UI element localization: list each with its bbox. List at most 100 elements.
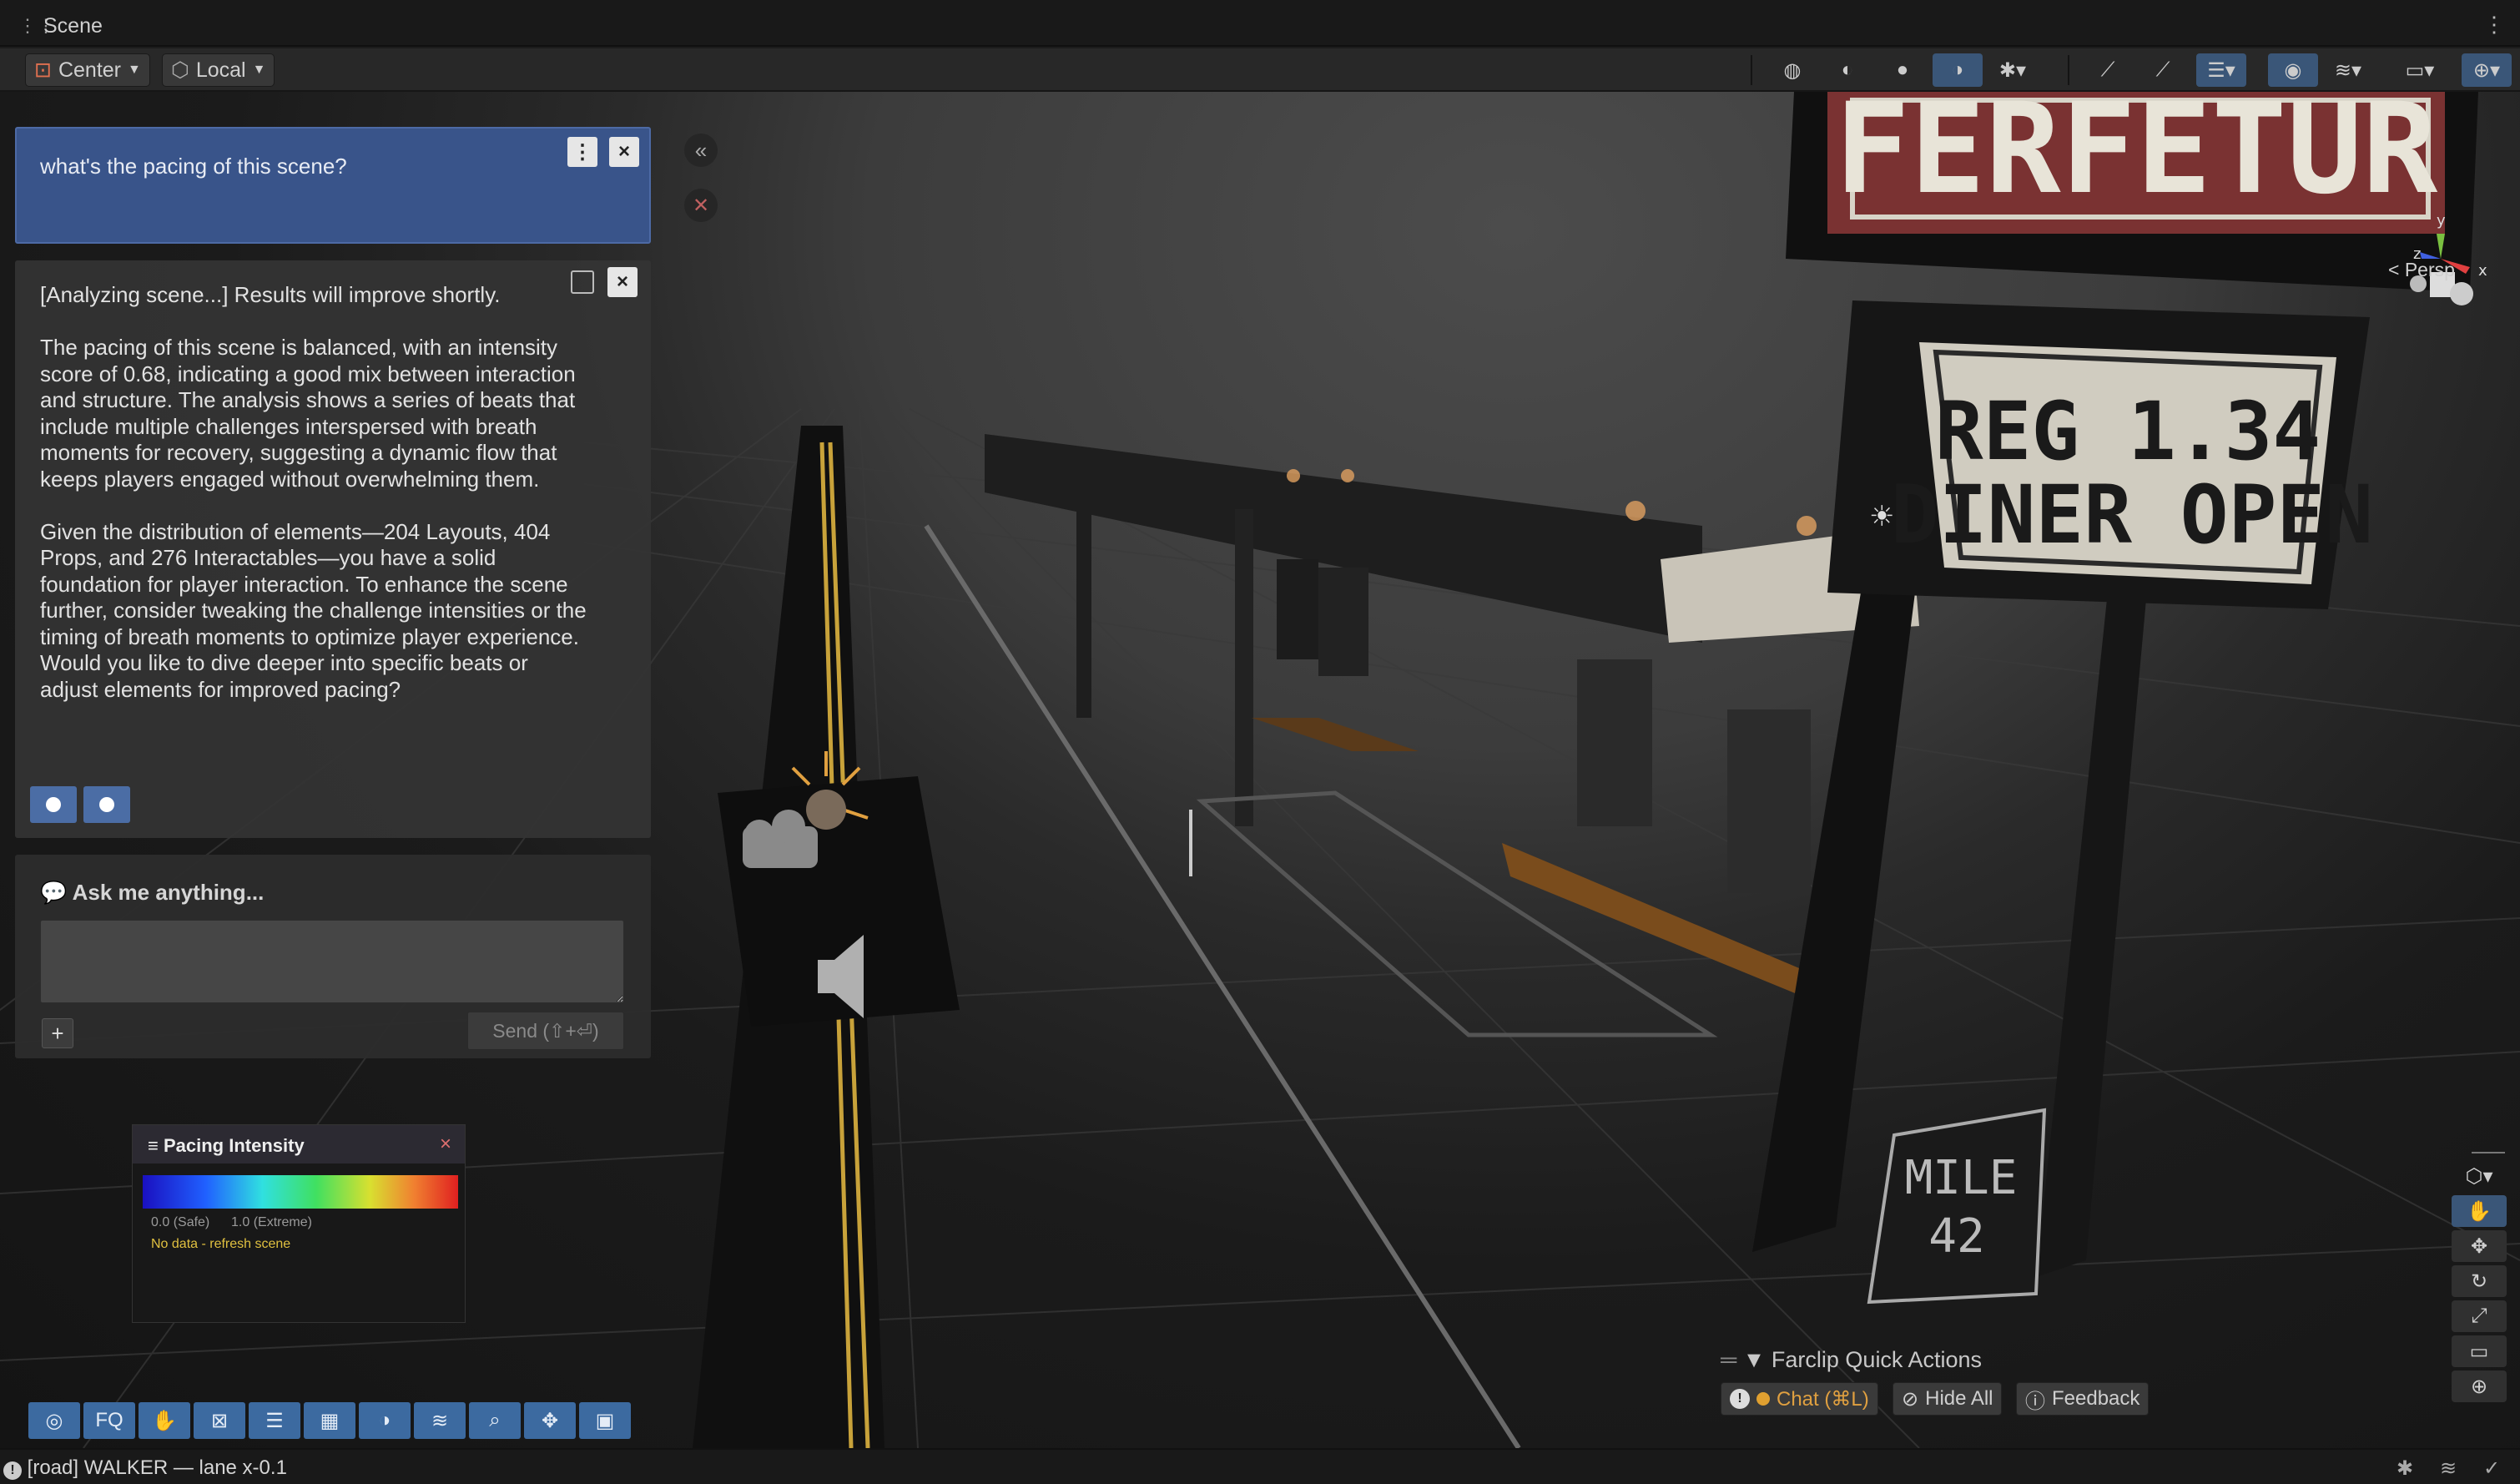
screenshot-icon[interactable]: ▣	[579, 1402, 631, 1439]
camera-settings-icon[interactable]: ▭▾	[2395, 53, 2445, 87]
move-icon[interactable]: ✥	[524, 1402, 576, 1439]
svg-text:☀: ☀	[1869, 500, 1894, 533]
hamburger-icon: ≡	[148, 1135, 159, 1156]
gizmo-y-label: y	[2437, 212, 2446, 230]
speech-bubble-icon: 💬	[40, 880, 68, 905]
cube-view-icon[interactable]: ⬡▾	[2452, 1160, 2507, 1192]
debug-draw-icon[interactable]: ✱▾	[1988, 53, 2038, 87]
pacing-title: ≡ Pacing Intensity	[148, 1135, 305, 1156]
shaded-wireframe-icon[interactable]: ◐	[1822, 53, 1872, 87]
pacing-close-icon[interactable]: ×	[440, 1133, 451, 1156]
hand-icon[interactable]: ✋	[139, 1402, 190, 1439]
chat-panel: 💬 Ask me anything... + Send (⇧+⏎)	[15, 855, 651, 1058]
ruler-icon[interactable]: ⊠	[194, 1402, 245, 1439]
toolbar-divider	[1751, 55, 1752, 85]
wireframe-shading-icon[interactable]: ◍	[1767, 53, 1817, 87]
hand-tool-icon[interactable]: ✋	[2452, 1195, 2507, 1227]
chat-prompt-label: 💬 Ask me anything...	[40, 880, 265, 905]
status-message: ! [road] WALKER — lane x-0.1	[3, 1456, 287, 1480]
scene-toolbar: ⊡ Center ▼ ⬡ Local ▼ ◍ ◐ ● ◑ ✱▾ ⟋ ⟋ ☰▾ ◉…	[0, 48, 2520, 92]
move-tool-icon[interactable]: ✥	[2452, 1230, 2507, 1262]
reg-sign-line1: REG 1.34	[1935, 385, 2321, 478]
status-dot-icon	[1756, 1392, 1770, 1406]
projection-toggle[interactable]: < Persp	[2388, 259, 2455, 281]
layers-icon[interactable]: ≋	[414, 1402, 466, 1439]
thumbs-up-button[interactable]	[30, 786, 77, 823]
lighting-toggle-icon[interactable]: ⟋	[2138, 53, 2188, 87]
more-options-icon[interactable]: ⋮	[2483, 12, 2505, 38]
dot-icon	[46, 797, 61, 812]
gizmo-x-label: x	[2478, 262, 2487, 280]
shaded-icon[interactable]: ●	[1877, 53, 1928, 87]
compass-icon[interactable]: ◎	[28, 1402, 80, 1439]
chat-quick-button[interactable]: ! Chat (⌘L)	[1721, 1382, 1878, 1416]
shading-icon[interactable]: ◑	[359, 1402, 411, 1439]
grid-toggle-icon[interactable]: ▦	[304, 1402, 355, 1439]
rect-tool-icon[interactable]: ▭	[2452, 1335, 2507, 1367]
dot-icon	[99, 797, 114, 812]
mile-sign-line1: MILE	[1905, 1151, 2018, 1205]
scene-tools-overlay: ⬡▾ ✋ ✥ ↻ ⤢ ▭ ⊕	[2452, 1152, 2512, 1406]
search-icon[interactable]: ⌕	[469, 1402, 521, 1439]
chevron-down-icon: ▼	[128, 63, 141, 77]
top-sign-text: FERFETUR	[1835, 92, 2438, 222]
layers-status-icon[interactable]: ≋	[2440, 1456, 2457, 1481]
transform-tool-icon[interactable]: ⊕	[2452, 1370, 2507, 1402]
scale-tool-icon[interactable]: ⤢	[2452, 1300, 2507, 1332]
close-panel-icon[interactable]: ✕	[684, 189, 718, 222]
debug-icon[interactable]: ✱	[2397, 1456, 2413, 1481]
chevron-down-icon: ▼	[252, 63, 266, 77]
toolbar-divider	[2068, 55, 2069, 85]
assistant-answer-text: [Analyzing scene...] Results will improv…	[40, 282, 587, 702]
pivot-mode-dropdown[interactable]: ⊡ Center ▼	[25, 53, 150, 87]
layers-icon[interactable]: ≋▾	[2323, 53, 2373, 87]
assistant-answer-card: × [Analyzing scene...] Results will impr…	[15, 260, 651, 838]
chevron-left-icon: <	[2388, 259, 2400, 280]
fq-button[interactable]: FQ	[83, 1402, 135, 1439]
drag-handle[interactable]	[2472, 1152, 2505, 1153]
send-button[interactable]: Send (⇧+⏎)	[467, 1012, 624, 1050]
scene-tab-bar: ⋮⋮ Scene ⋮	[0, 0, 2520, 47]
question-close-icon[interactable]: ×	[609, 137, 639, 167]
effects-toggle-icon[interactable]: ☰▾	[2196, 53, 2246, 87]
chat-input[interactable]	[40, 920, 624, 1003]
add-attachment-button[interactable]: +	[42, 1018, 73, 1048]
pivot-space-dropdown[interactable]: ⬡ Local ▼	[162, 53, 275, 87]
pivot-space-label: Local	[195, 58, 246, 82]
hide-all-button[interactable]: ⊘ Hide All	[1893, 1382, 2003, 1416]
alert-icon: !	[1730, 1389, 1750, 1409]
reg-sign-line2: DINER OPEN	[1891, 468, 2373, 562]
pivot-mode-label: Center	[58, 58, 121, 82]
check-icon[interactable]: ✓	[2483, 1456, 2500, 1481]
info-icon: !	[3, 1461, 22, 1480]
info-icon: ⓘ	[2025, 1390, 2045, 1413]
farclip-quick-actions: ═ ▼ Farclip Quick Actions ! Chat (⌘L) ⊘ …	[1721, 1347, 2171, 1417]
question-menu-icon[interactable]: ⋮	[567, 137, 597, 167]
projection-label: Persp	[2404, 259, 2455, 280]
visibility-icon[interactable]: ◉	[2268, 53, 2318, 87]
rotate-tool-icon[interactable]: ↻	[2452, 1265, 2507, 1297]
pacing-status: No data - refresh scene	[151, 1237, 291, 1251]
legend-low-label: 0.0 (Safe)	[151, 1215, 210, 1229]
intensity-gradient-legend	[143, 1175, 458, 1209]
pacing-header[interactable]: ≡ Pacing Intensity ×	[133, 1125, 465, 1163]
pivot-icon: ⊡	[34, 58, 52, 82]
thumbs-down-button[interactable]	[83, 786, 130, 823]
overlay-toolbar: ◎ FQ ✋ ⊠ ☰ ▦ ◑ ≋ ⌕ ✥ ▣	[15, 1402, 633, 1441]
gizmos-icon[interactable]: ⊕▾	[2462, 53, 2512, 87]
drag-handle-icon: ═	[1721, 1347, 1737, 1372]
lit-shading-icon[interactable]: ◑	[1933, 53, 1983, 87]
scene-tab-title[interactable]: Scene	[43, 14, 103, 38]
2d-toggle-icon[interactable]: ⟋	[2083, 53, 2133, 87]
quick-actions-title[interactable]: ═ ▼ Farclip Quick Actions	[1721, 1347, 1982, 1373]
answer-close-icon[interactable]: ×	[607, 267, 638, 297]
eye-slash-icon: ⊘	[1902, 1387, 1919, 1411]
collapse-panel-button[interactable]: «	[684, 134, 718, 167]
cube-icon: ⬡	[171, 58, 189, 82]
user-question-card: what's the pacing of this scene? ⋮ ×	[15, 127, 651, 244]
sliders-icon[interactable]: ☰	[249, 1402, 300, 1439]
status-bar: ! [road] WALKER — lane x-0.1 ✱ ≋ ✓	[0, 1448, 2520, 1484]
mile-sign-line2: 42	[1928, 1209, 1984, 1264]
feedback-button[interactable]: ⓘ Feedback	[2016, 1382, 2150, 1416]
pacing-intensity-panel: ≡ Pacing Intensity × 0.0 (Safe) 1.0 (Ext…	[132, 1124, 466, 1323]
